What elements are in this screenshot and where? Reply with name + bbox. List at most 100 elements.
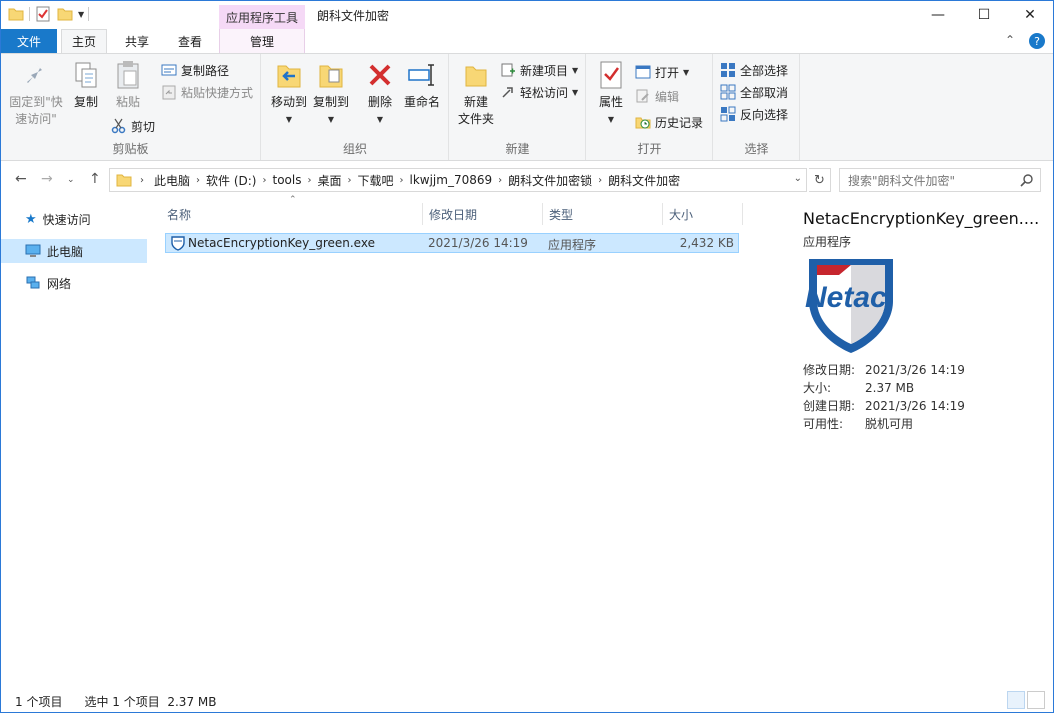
qat-divider [88,7,90,21]
tab-share[interactable]: 共享 [113,29,161,53]
paste-button[interactable]: 粘贴 [109,60,147,111]
pin-label: 固定到"快 速访问" [9,95,63,126]
pin-icon [21,60,51,90]
clipboard-group-label: 剪贴板 [112,142,149,156]
network-icon [26,276,40,289]
invert-selection-label: 反向选择 [740,107,789,122]
easy-access-button[interactable]: 轻松访问 ▼ [500,82,578,102]
preview-pane: NetacEncryptionKey_green.... 应用程序 Netac … [781,199,1053,687]
open-icon [635,64,651,80]
copy-to-button[interactable]: 复制到 ▼ [308,60,354,128]
qat-divider [29,7,30,21]
folder-icon [8,8,24,21]
copy-button[interactable]: 复制 [69,60,103,111]
scissors-icon [111,118,127,134]
invert-selection-button[interactable]: 反向选择 [720,104,788,124]
copy-to-dropdown-icon: ▼ [327,115,335,124]
invert-selection-icon [720,106,736,122]
select-none-button[interactable]: 全部取消 [720,82,788,102]
breadcrumb-item[interactable]: 下载吧 [351,172,399,189]
move-to-icon [274,60,304,90]
properties-check-icon[interactable] [34,5,52,23]
copy-path-icon [161,62,177,78]
delete-dropdown-icon: ▼ [376,115,384,124]
file-size: 2,432 KB [679,236,734,250]
new-folder-button[interactable]: 新建 文件夹 [454,60,498,128]
select-all-button[interactable]: 全部选择 [720,60,788,80]
close-button[interactable]: ✕ [1007,1,1053,29]
sidebar-item-network[interactable]: 网络 [1,271,147,295]
back-arrow-icon[interactable]: ← [15,171,27,187]
refresh-button[interactable]: ↻ [809,168,831,192]
tab-file[interactable]: 文件 [1,29,57,53]
column-header-name[interactable]: 名称 [161,203,423,225]
breadcrumb-item[interactable]: 桌面 [311,172,347,189]
breadcrumb-item[interactable]: lkwjjm_70869 [404,173,499,187]
pin-quick-access-button[interactable]: 固定到"快 速访问" [7,60,65,128]
up-arrow-icon[interactable]: ↑ [89,171,101,187]
status-selected-text: 选中 1 个项目 [84,694,160,709]
column-header-type[interactable]: 类型 [543,203,663,225]
property-key: 可用性: [803,417,844,431]
paste-shortcut-button[interactable]: 粘贴快捷方式 [161,82,253,102]
property-row: 创建日期: 2021/3/26 14:19 [803,397,965,415]
copy-path-button[interactable]: 复制路径 [161,60,229,80]
easy-access-icon [500,84,516,100]
delete-button[interactable]: 删除 ▼ [362,60,398,128]
tab-view[interactable]: 查看 [165,29,215,53]
large-icons-view-icon[interactable] [1027,691,1045,709]
window-title: 朗科文件加密 [317,9,390,23]
select-all-label: 全部选择 [740,63,789,78]
breadcrumb-item[interactable]: 软件 (D:) [200,172,262,189]
paste-label: 粘贴 [115,95,140,109]
sidebar-item-this-pc[interactable]: 此电脑 [1,239,147,263]
cut-label: 剪切 [131,119,156,134]
help-icon[interactable]: ? [1029,33,1045,49]
new-folder-icon[interactable] [56,5,74,23]
cut-button[interactable]: 剪切 [111,116,155,136]
copy-icon [71,60,101,90]
breadcrumb-item[interactable]: tools [266,173,307,187]
column-header-size[interactable]: 大小 [663,203,743,225]
tab-home[interactable]: 主页 [61,29,107,53]
paste-shortcut-label: 粘贴快捷方式 [181,85,254,100]
copy-to-icon [316,60,346,90]
rename-label: 重命名 [403,95,440,109]
collapse-ribbon-icon[interactable]: ⌃ [1005,33,1015,49]
column-header-modified[interactable]: 修改日期 [423,203,543,225]
breadcrumb-item[interactable]: 朗科文件加密锁 [502,172,598,189]
breadcrumb-item[interactable]: 朗科文件加密 [602,172,686,189]
search-input[interactable]: 搜索"朗科文件加密" [839,168,1041,192]
move-to-button[interactable]: 移动到 ▼ [266,60,312,128]
sidebar-item-quick-access[interactable]: ★ 快速访问 [1,207,147,231]
history-button[interactable]: 历史记录 [635,112,703,132]
new-item-dropdown-icon: ▼ [572,65,579,75]
organize-group: 移动到 ▼ 复制到 ▼ 删除 ▼ 重命名 组织 [262,54,449,160]
address-dropdown-icon[interactable]: ⌄ [794,173,802,184]
rename-button[interactable]: 重命名 [400,60,444,111]
preview-title: NetacEncryptionKey_green.... [803,209,1040,228]
forward-arrow-icon[interactable]: → [41,171,53,187]
open-button[interactable]: 打开 ▼ [635,62,689,82]
address-bar[interactable]: › 此电脑 › 软件 (D:) › tools › 桌面 › 下载吧 › lkwjjm_70869 ›… [109,168,807,192]
breadcrumb: 此电脑 › 软件 (D:) › tools › 桌面 › 下载吧 › lkwjjm_70869 › 朗科… [144,172,686,189]
property-value: 脱机可用 [865,417,914,431]
maximize-button[interactable]: ☐ [961,1,1007,29]
properties-dropdown-icon: ▼ [607,115,615,124]
qat-customize-icon[interactable]: ▼ [78,10,84,19]
breadcrumb-item[interactable]: 此电脑 [148,172,196,189]
new-item-button[interactable]: 新建项目 ▼ [500,60,578,80]
table-row[interactable]: NetacEncryptionKey_green.exe 2021/3/26 1… [165,233,739,253]
minimize-button[interactable]: — [915,1,961,29]
netac-logo: Netac [805,259,893,353]
details-view-icon[interactable] [1007,691,1025,709]
history-label: 历史记录 [655,115,704,130]
properties-button[interactable]: 属性 ▼ [593,60,629,128]
status-item-count: 1 个项目 [15,694,63,709]
sidebar-item-label: 此电脑 [47,244,84,259]
tab-manage[interactable]: 管理 [219,29,305,53]
edit-button[interactable]: 编辑 [635,86,679,106]
clipboard-group: 固定到"快 速访问" 复制 粘贴 复制路径 粘贴快捷方式 剪切 剪贴板 [1,54,261,160]
recent-locations-icon[interactable]: ⌄ [67,175,75,185]
property-key: 大小: [803,381,832,395]
